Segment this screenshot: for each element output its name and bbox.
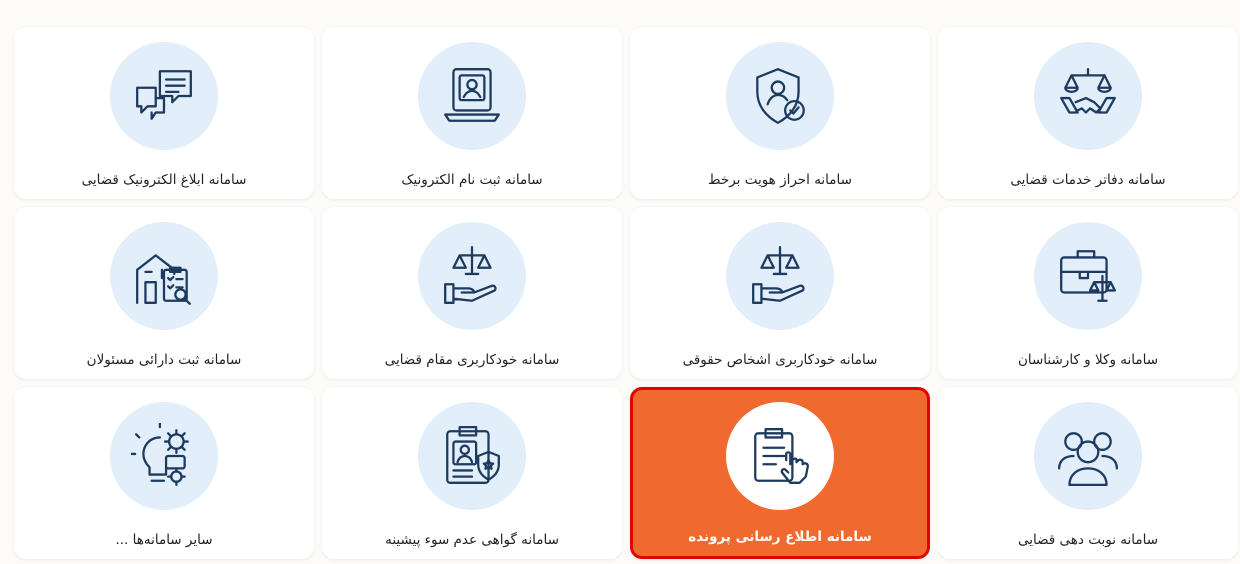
service-card-electronic-registration[interactable]: سامانه ثبت نام الکترونیک — [322, 27, 622, 199]
service-card-judicial-appointments[interactable]: سامانه نوبت دهی قضایی — [938, 387, 1238, 559]
clipboard-hand-icon — [754, 428, 809, 484]
icon-circle — [110, 222, 218, 330]
handshake-scales-icon — [1060, 68, 1116, 114]
hand-scales-icon — [444, 245, 497, 304]
service-label: سامانه خودکاربری اشخاص حقوقی — [682, 352, 878, 368]
service-card-lawyers-experts[interactable]: سامانه وکلا و کارشناسان — [938, 207, 1238, 379]
chat-bubbles-icon — [136, 70, 192, 120]
icon-circle — [418, 222, 526, 330]
service-label: سامانه وکلا و کارشناسان — [1017, 352, 1159, 368]
icon-circle — [1034, 222, 1142, 330]
service-card-legal-entities[interactable]: سامانه خودکاربری اشخاص حقوقی — [630, 207, 930, 379]
service-card-officials-assets[interactable]: سامانه ثبت دارائی مسئولان — [14, 207, 314, 379]
service-label: سامانه ثبت دارائی مسئولان — [86, 352, 242, 368]
icon-circle — [1034, 402, 1142, 510]
service-label: سامانه اطلاع رسانی پرونده — [688, 529, 872, 545]
service-label: سامانه گواهی عدم سوء پیشینه — [385, 532, 559, 548]
lightbulb-gears-icon — [131, 423, 189, 487]
icon-circle — [1034, 42, 1142, 150]
clipboard-badge-icon — [446, 425, 500, 484]
hand-scales-icon — [752, 245, 805, 304]
building-checklist-icon — [136, 254, 191, 305]
services-grid: سامانه دفاتر خدمات قضایی سامانه احراز هو… — [6, 27, 1238, 559]
icon-circle — [726, 42, 834, 150]
service-card-case-information[interactable]: سامانه اطلاع رسانی پرونده — [630, 387, 930, 559]
service-label: سامانه ثبت نام الکترونیک — [401, 172, 543, 188]
icon-circle — [418, 402, 526, 510]
service-label: سایر سامانه‌ها ... — [115, 532, 213, 548]
shield-user-check-icon — [756, 68, 805, 124]
service-label: سامانه احراز هویت برخط — [708, 172, 852, 188]
user-group-icon — [1057, 432, 1119, 487]
service-card-criminal-record[interactable]: سامانه گواهی عدم سوء پیشینه — [322, 387, 622, 559]
service-label: سامانه ابلاغ الکترونیک قضایی — [81, 172, 247, 188]
briefcase-scales-icon — [1060, 250, 1116, 302]
icon-circle — [726, 222, 834, 330]
icon-circle — [110, 42, 218, 150]
icon-circle — [726, 402, 834, 510]
laptop-user-icon — [444, 68, 500, 122]
service-label: سامانه خودکاربری مقام قضایی — [384, 352, 560, 368]
service-card-judicial-authority[interactable]: سامانه خودکاربری مقام قضایی — [322, 207, 622, 379]
service-card-judicial-offices[interactable]: سامانه دفاتر خدمات قضایی — [938, 27, 1238, 199]
service-card-electronic-notification[interactable]: سامانه ابلاغ الکترونیک قضایی — [14, 27, 314, 199]
service-label: سامانه نوبت دهی قضایی — [1017, 532, 1159, 548]
service-label: سامانه دفاتر خدمات قضایی — [1010, 172, 1166, 188]
icon-circle — [418, 42, 526, 150]
icon-circle — [110, 402, 218, 510]
service-card-other-systems[interactable]: سایر سامانه‌ها ... — [14, 387, 314, 559]
service-card-online-authentication[interactable]: سامانه احراز هویت برخط — [630, 27, 930, 199]
